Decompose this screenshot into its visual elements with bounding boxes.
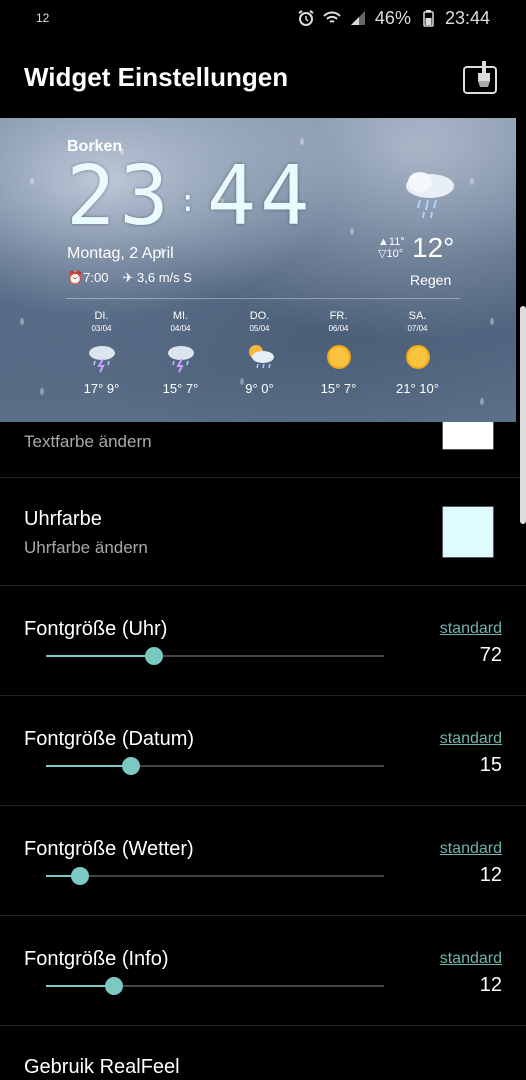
status-bar: 12 46% 23:44 bbox=[0, 0, 526, 36]
forecast-temps: 21° 10° bbox=[396, 381, 439, 396]
alarm-time: 7:00 bbox=[83, 270, 109, 285]
alarm-icon bbox=[298, 10, 314, 26]
slider-thumb[interactable] bbox=[70, 867, 89, 885]
forecast-date: 05/04 bbox=[249, 324, 270, 333]
slider-thumb[interactable] bbox=[104, 977, 123, 995]
forecast-day: DO. 05/04 9° 0° bbox=[220, 310, 299, 396]
widget-date: Montag, 2 April bbox=[67, 245, 174, 262]
reset-standard-link[interactable]: standard bbox=[440, 730, 502, 748]
current-temp: 12° bbox=[412, 232, 455, 263]
forecast-temps: 15° 7° bbox=[162, 381, 199, 396]
clock-hours: 23 bbox=[66, 149, 173, 244]
widget-preview: Borken 23:44 Montag, 2 April ⏰7:00 ✈ 3,6… bbox=[0, 118, 516, 422]
hi-lo-temps: ▲11° ▽10° bbox=[378, 236, 405, 260]
font-size-slider[interactable] bbox=[46, 757, 384, 775]
forecast-day: DI. 03/04 17° 9° bbox=[62, 310, 141, 396]
font-size-slider[interactable] bbox=[46, 647, 384, 665]
slider-label: Fontgröße (Datum) bbox=[24, 728, 195, 750]
forecast-day-name: SA. bbox=[408, 310, 427, 322]
reset-standard-link[interactable]: standard bbox=[440, 840, 502, 858]
alarm-clock-icon: ⏰ bbox=[67, 270, 84, 285]
font-size-clock-setting: Fontgröße (Uhr) standard 72 bbox=[0, 586, 526, 696]
clock-color-setting[interactable]: Uhrfarbe Uhrfarbe ändern bbox=[0, 478, 526, 586]
forecast-temps: 17° 9° bbox=[83, 381, 120, 396]
status-left-text: 12 bbox=[36, 11, 50, 25]
slider-thumb[interactable] bbox=[121, 757, 140, 775]
forecast-temps: 15° 7° bbox=[320, 381, 357, 396]
font-size-slider[interactable] bbox=[46, 867, 384, 885]
wind-icon: ✈ bbox=[122, 270, 134, 285]
slider-value: 72 bbox=[479, 644, 502, 666]
storm-cloud-icon bbox=[167, 346, 194, 373]
forecast-date: 03/04 bbox=[91, 324, 112, 333]
forecast-date: 04/04 bbox=[170, 324, 191, 333]
scrollbar[interactable] bbox=[520, 306, 526, 524]
slider-value: 12 bbox=[479, 974, 502, 996]
reset-standard-link[interactable]: standard bbox=[440, 950, 502, 968]
slider-thumb[interactable] bbox=[145, 647, 164, 665]
forecast-day-name: FR. bbox=[329, 310, 348, 322]
forecast-strip: DI. 03/04 17° 9° MI. 04/04 15° 7° DO. 05… bbox=[62, 310, 482, 396]
wifi-icon bbox=[323, 11, 341, 23]
clock-color-subtitle: Uhrfarbe ändern bbox=[24, 538, 148, 557]
forecast-day: MI. 04/04 15° 7° bbox=[141, 310, 220, 396]
rain-cloud-icon bbox=[406, 172, 454, 219]
widget-info: ⏰7:00 ✈ 3,6 m/s S bbox=[67, 270, 192, 286]
wind-value: 3,6 m/s S bbox=[137, 270, 192, 285]
reset-standard-link[interactable]: standard bbox=[440, 620, 502, 638]
widget-clock: 23:44 bbox=[66, 156, 314, 238]
settings-list: Textfarbe ändern Uhrfarbe Uhrfarbe änder… bbox=[0, 422, 526, 1080]
sun-icon bbox=[326, 345, 351, 369]
font-size-slider[interactable] bbox=[46, 977, 384, 995]
font-size-weather-setting: Fontgröße (Wetter) standard 12 bbox=[0, 806, 526, 916]
battery-percent: 46% bbox=[374, 7, 411, 28]
slider-label: Fontgröße (Wetter) bbox=[24, 838, 194, 860]
forecast-day-name: DO. bbox=[249, 310, 270, 322]
low-temp: ▽10° bbox=[378, 248, 404, 260]
battery-icon bbox=[423, 10, 434, 27]
forecast-day-name: DI. bbox=[94, 310, 109, 322]
clock-separator: : bbox=[178, 183, 201, 219]
realfeel-setting[interactable]: Gebruik RealFeel bbox=[0, 1026, 526, 1080]
realfeel-title: Gebruik RealFeel bbox=[24, 1056, 180, 1078]
sun-cloud-rain-icon bbox=[248, 345, 274, 369]
slider-value: 12 bbox=[479, 864, 502, 886]
font-size-date-setting: Fontgröße (Datum) standard 15 bbox=[0, 696, 526, 806]
forecast-day: SA. 07/04 21° 10° bbox=[378, 310, 457, 396]
clock-color-title: Uhrfarbe bbox=[24, 508, 102, 530]
forecast-date: 07/04 bbox=[407, 324, 428, 333]
forecast-date: 06/04 bbox=[328, 324, 349, 333]
font-size-info-setting: Fontgröße (Info) standard 12 bbox=[0, 916, 526, 1026]
current-condition: Regen bbox=[410, 272, 452, 288]
divider bbox=[66, 298, 460, 299]
forecast-day-name: MI. bbox=[172, 310, 189, 322]
slider-value: 15 bbox=[479, 754, 502, 776]
slider-label: Fontgröße (Uhr) bbox=[24, 618, 168, 640]
forecast-day: FR. 06/04 15° 7° bbox=[299, 310, 378, 396]
app-bar: Widget Einstellungen bbox=[0, 36, 526, 118]
sun-icon bbox=[405, 345, 430, 369]
text-color-swatch[interactable] bbox=[442, 422, 494, 450]
page-title: Widget Einstellungen bbox=[24, 61, 289, 92]
storm-cloud-icon bbox=[88, 346, 115, 373]
high-temp: ▲11° bbox=[378, 236, 405, 248]
signal-icon bbox=[350, 11, 365, 25]
clock-minutes: 44 bbox=[206, 149, 314, 244]
slider-label: Fontgröße (Info) bbox=[24, 948, 169, 970]
clock-color-swatch[interactable] bbox=[442, 506, 494, 558]
paint-brush-icon bbox=[463, 61, 497, 94]
forecast-temps: 9° 0° bbox=[245, 381, 274, 396]
text-color-subtitle: Textfarbe ändern bbox=[24, 432, 152, 451]
text-color-setting[interactable]: Textfarbe ändern bbox=[0, 422, 526, 478]
theme-button[interactable] bbox=[458, 55, 502, 99]
status-time: 23:44 bbox=[444, 7, 490, 28]
